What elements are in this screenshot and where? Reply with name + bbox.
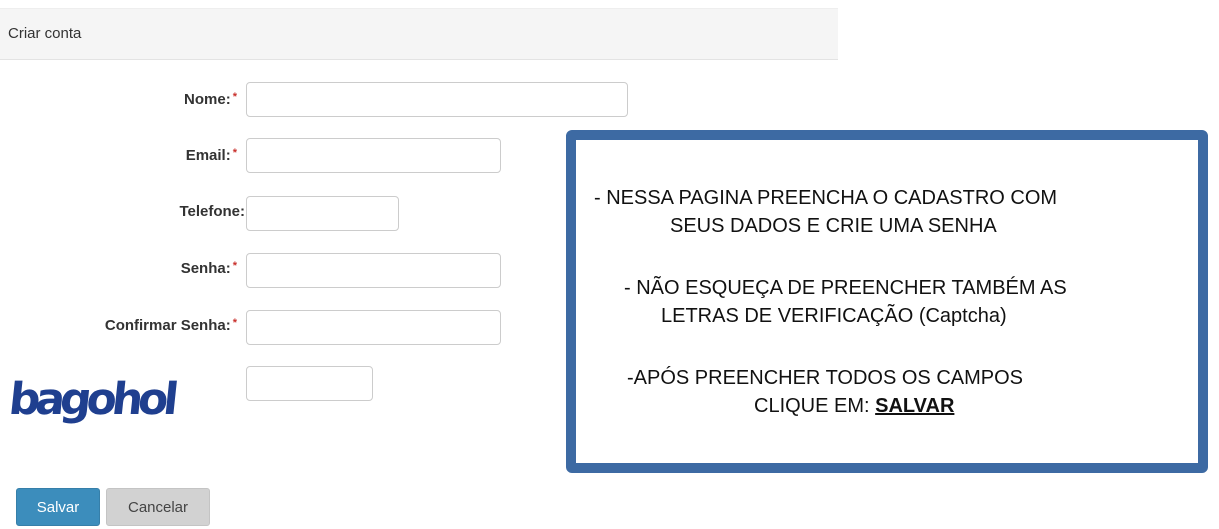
- phone-input[interactable]: [246, 196, 399, 231]
- save-button[interactable]: Salvar: [16, 488, 100, 526]
- instruction-line: LETRAS DE VERIFICAÇÃO (Captcha): [661, 305, 1007, 327]
- password-label: Senha: *: [180, 260, 237, 277]
- captcha-input[interactable]: [246, 366, 373, 401]
- instruction-line: -APÓS PREENCHER TODOS OS CAMPOS: [627, 367, 1024, 389]
- required-marker: *: [232, 260, 237, 272]
- name-input[interactable]: [246, 82, 628, 117]
- phone-label: Telefone:: [179, 203, 245, 220]
- instruction-line: - NESSA PAGINA PREENCHA O CADASTRO COM: [594, 187, 1058, 209]
- confirm-password-label: Confirmar Senha: *: [104, 317, 237, 334]
- password-input[interactable]: [246, 253, 501, 288]
- instruction-line: CLIQUE EM: SALVAR: [754, 395, 955, 417]
- instruction-box: - NESSA PAGINA PREENCHA O CADASTRO COM S…: [566, 130, 1208, 473]
- cancel-button[interactable]: Cancelar: [106, 488, 210, 526]
- confirm-password-input[interactable]: [246, 310, 501, 345]
- required-marker: *: [232, 91, 237, 103]
- panel-heading: Criar conta: [0, 8, 838, 60]
- instruction-line: SEUS DADOS E CRIE UMA SENHA: [670, 215, 997, 237]
- required-marker: *: [232, 147, 237, 159]
- email-label: Email: *: [185, 147, 237, 164]
- captcha-text: bagohol: [10, 374, 178, 425]
- captcha-image: bagohol: [10, 374, 178, 425]
- required-marker: *: [232, 317, 237, 329]
- email-input[interactable]: [246, 138, 501, 173]
- salvar-emphasis: SALVAR: [875, 395, 955, 417]
- panel-title: Criar conta: [8, 25, 82, 42]
- instruction-line: - NÃO ESQUEÇA DE PREENCHER TAMBÉM AS: [624, 277, 1067, 299]
- name-label: Nome: *: [184, 91, 237, 108]
